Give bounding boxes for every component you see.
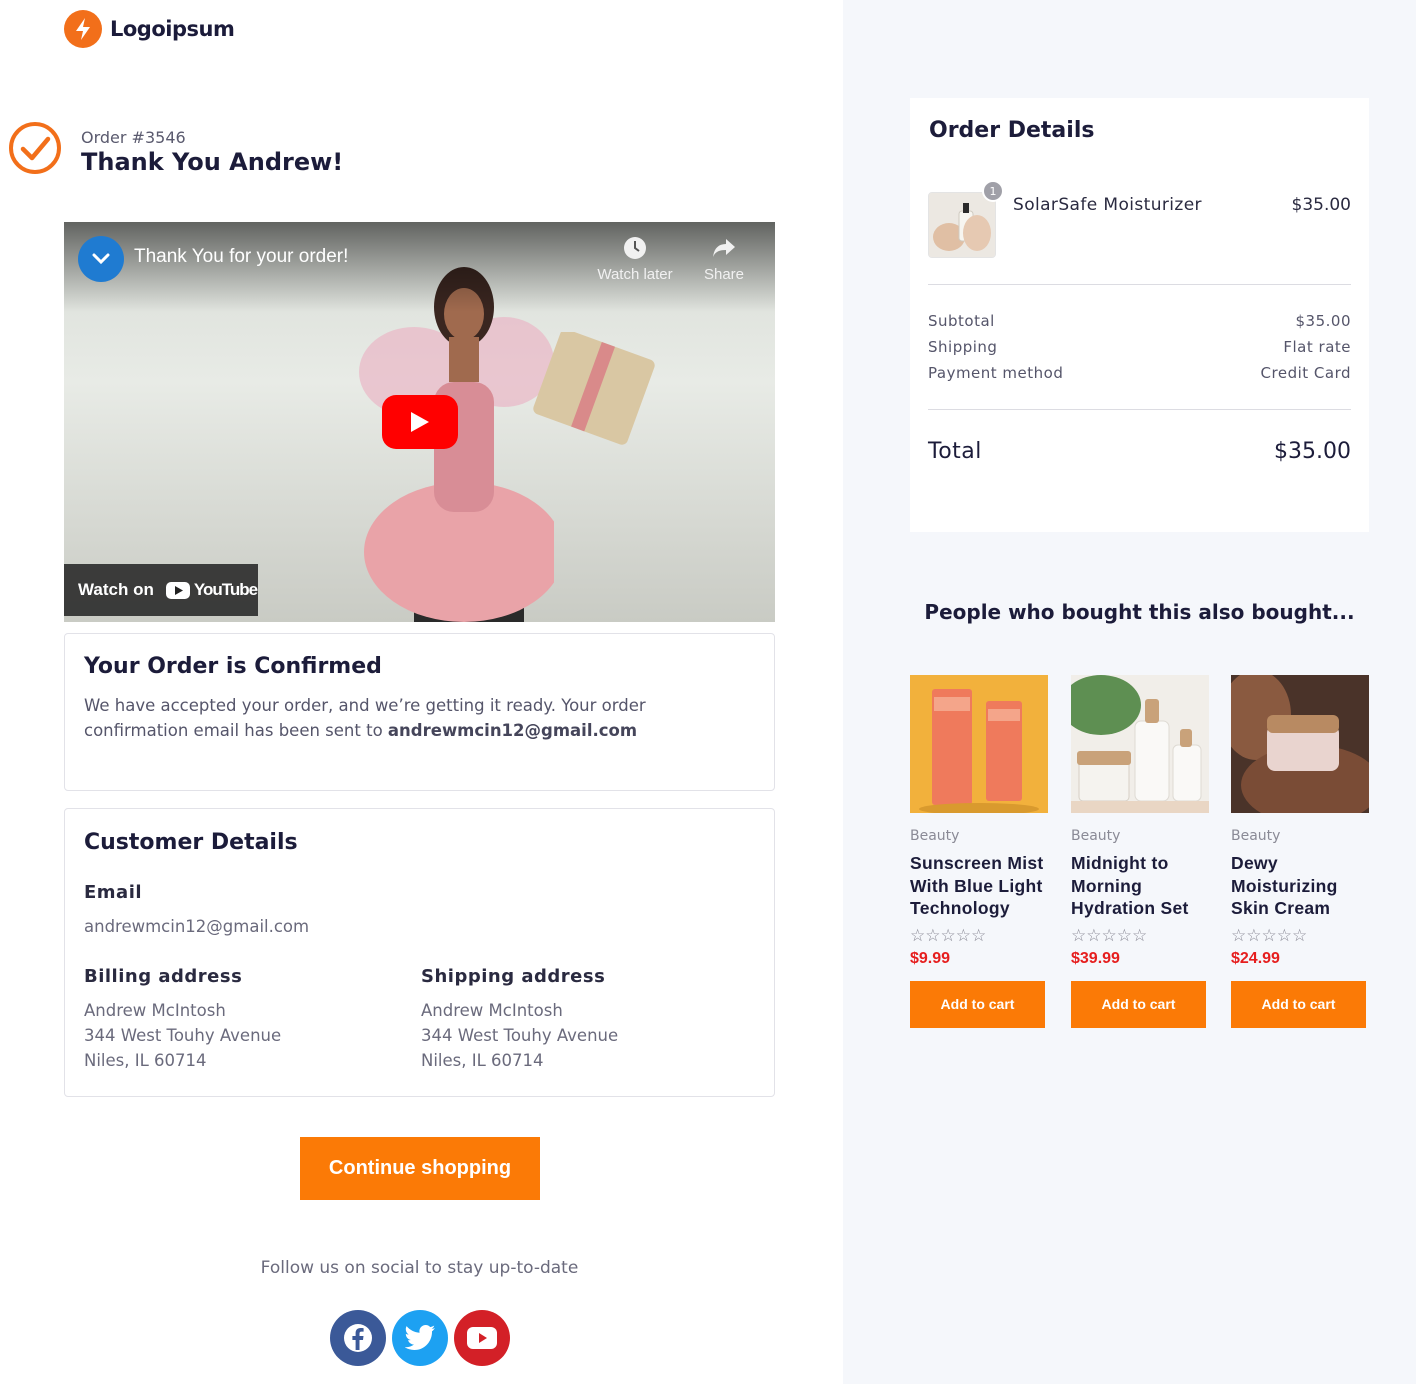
star-rating: ☆☆☆☆☆ — [1231, 925, 1308, 946]
confirmed-heading: Your Order is Confirmed — [84, 654, 382, 679]
channel-icon[interactable] — [78, 236, 124, 282]
shipping-method-label: Shipping — [928, 338, 998, 356]
play-button[interactable] — [382, 395, 458, 449]
subtotal-label: Subtotal — [928, 312, 995, 330]
product-thumbnail[interactable] — [928, 192, 996, 258]
also-bought-heading: People who bought this also bought... — [924, 600, 1355, 624]
order-details-panel: Order Details 1 SolarSafe Moisturizer $3… — [910, 98, 1369, 532]
product-category: Beauty — [1231, 828, 1281, 844]
bolt-icon — [64, 10, 102, 48]
watch-on-youtube-button[interactable]: Watch on YouTube — [64, 564, 258, 616]
add-to-cart-button[interactable]: Add to cart — [1071, 980, 1206, 1028]
share-icon — [713, 239, 735, 257]
logo[interactable]: Logoipsum — [64, 10, 235, 48]
twitter-icon — [405, 1325, 435, 1350]
continue-shopping-button[interactable]: Continue shopping — [300, 1137, 540, 1200]
facebook-button[interactable] — [330, 1310, 386, 1366]
youtube-icon — [165, 581, 190, 599]
shipping-line: Andrew McIntosh — [421, 1001, 563, 1020]
product-card: Beauty Dewy Moisturizing Skin Cream ☆☆☆☆… — [1231, 675, 1369, 1028]
page-title: Thank You Andrew! — [81, 148, 344, 176]
product-category: Beauty — [910, 828, 960, 844]
share-label: Share — [703, 266, 745, 283]
subtotal-value: $35.00 — [1295, 312, 1351, 330]
youtube-wordmark: YouTube — [193, 580, 258, 599]
product-title[interactable]: Sunscreen Mist With Blue Light Technolog… — [910, 852, 1048, 920]
payment-method-label: Payment method — [928, 364, 1064, 382]
product-card: Beauty Midnight to Morning Hydration Set… — [1071, 675, 1209, 1028]
payment-method-value: Credit Card — [1260, 364, 1351, 382]
share-button[interactable]: Share — [679, 236, 769, 283]
product-title[interactable]: Dewy Moisturizing Skin Cream — [1231, 852, 1369, 920]
clock-icon — [624, 237, 646, 259]
watch-later-label: Watch later — [597, 266, 673, 283]
product-price: $35.00 — [1291, 195, 1351, 215]
product-name[interactable]: SolarSafe Moisturizer — [1013, 195, 1202, 215]
follow-text: Follow us on social to stay up-to-date — [260, 1258, 579, 1278]
total-label: Total — [928, 439, 982, 464]
product-image — [929, 193, 995, 257]
add-to-cart-button[interactable]: Add to cart — [1231, 980, 1366, 1028]
shipping-label: Shipping address — [421, 966, 606, 987]
video-title[interactable]: Thank You for your order! — [134, 246, 348, 268]
divider — [928, 409, 1351, 410]
billing-line: Andrew McIntosh — [84, 1001, 226, 1020]
star-rating: ☆☆☆☆☆ — [910, 925, 987, 946]
product-category: Beauty — [1071, 828, 1121, 844]
billing-address: Andrew McIntosh 344 West Touhy Avenue Ni… — [84, 998, 281, 1073]
shipping-line: 344 West Touhy Avenue — [421, 1026, 619, 1045]
order-confirmed-card: Your Order is Confirmed We have accepted… — [64, 633, 775, 791]
product-image[interactable] — [1071, 675, 1209, 813]
total-value: $35.00 — [1274, 439, 1351, 464]
watch-later-button[interactable]: Watch later — [590, 236, 680, 283]
logo-text: Logoipsum — [110, 17, 235, 41]
billing-line: 344 West Touhy Avenue — [84, 1026, 282, 1045]
gift-box — [533, 332, 655, 445]
product-card: Beauty Sunscreen Mist With Blue Light Te… — [910, 675, 1048, 1028]
shipping-address: Andrew McIntosh 344 West Touhy Avenue Ni… — [421, 998, 618, 1073]
product-price: $39.99 — [1071, 949, 1120, 967]
confirmation-email: andrewmcin12@gmail.com — [387, 721, 638, 740]
customer-heading: Customer Details — [84, 830, 298, 855]
star-rating: ☆☆☆☆☆ — [1071, 925, 1148, 946]
email-value: andrewmcin12@gmail.com — [84, 917, 310, 936]
billing-line: Niles, IL 60714 — [84, 1051, 207, 1070]
billing-label: Billing address — [84, 966, 243, 987]
customer-details-card: Customer Details Email andrewmcin12@gmai… — [64, 808, 775, 1097]
add-to-cart-button[interactable]: Add to cart — [910, 980, 1045, 1028]
product-image[interactable] — [910, 675, 1048, 813]
product-title[interactable]: Midnight to Morning Hydration Set — [1071, 852, 1209, 920]
youtube-logo: YouTube — [165, 580, 258, 600]
video-player[interactable]: Thank You for your order! Watch later Sh… — [64, 222, 775, 622]
shipping-method-value: Flat rate — [1283, 338, 1351, 356]
order-details-heading: Order Details — [929, 118, 1095, 143]
confirmed-message: We have accepted your order, and we’re g… — [84, 693, 744, 743]
youtube-icon — [467, 1327, 497, 1349]
check-circle-icon — [9, 122, 61, 174]
email-label: Email — [84, 882, 143, 903]
youtube-social-button[interactable] — [454, 1310, 510, 1366]
divider — [928, 284, 1351, 285]
main-column: Logoipsum Order #3546 Thank You Andrew! … — [0, 0, 843, 1384]
quantity-badge: 1 — [982, 180, 1004, 202]
product-price: $9.99 — [910, 949, 951, 967]
play-icon — [411, 412, 429, 432]
twitter-button[interactable] — [392, 1310, 448, 1366]
product-image[interactable] — [1231, 675, 1369, 813]
product-price: $24.99 — [1231, 949, 1280, 967]
facebook-icon — [344, 1324, 372, 1352]
order-number: Order #3546 — [81, 128, 186, 147]
shipping-line: Niles, IL 60714 — [421, 1051, 544, 1070]
watch-on-label: Watch on — [78, 580, 154, 599]
